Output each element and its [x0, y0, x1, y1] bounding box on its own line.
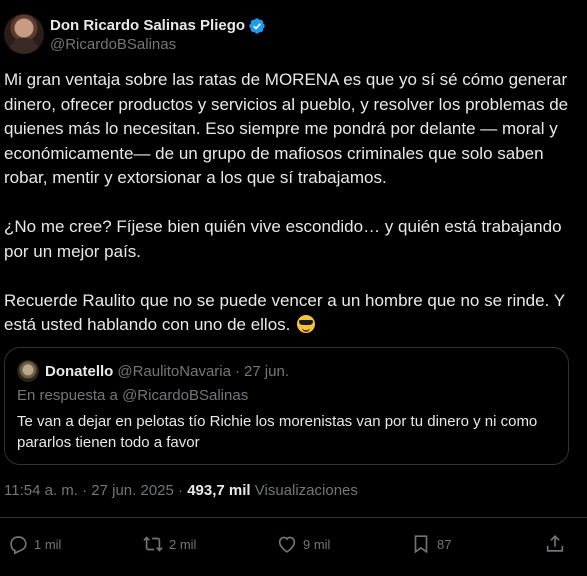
author-name-row: Don Ricardo Salinas Pliego — [50, 16, 266, 36]
quoted-date: 27 jun. — [243, 362, 289, 380]
quoted-author-name: Donatello — [45, 362, 114, 380]
quoted-author-handle: @RaulitoNavaria — [117, 362, 231, 380]
views-count: 493,7 mil — [187, 482, 251, 499]
verified-badge-icon[interactable] — [248, 17, 266, 35]
tweet-paragraph: Recuerde Raulito que no se puede vencer … — [4, 289, 579, 338]
sunglasses-emoji-icon — [297, 315, 316, 333]
divider — [0, 517, 587, 518]
like-count: 9 mil — [303, 536, 331, 552]
quoted-tweet-header: Donatello @RaulitoNavaria · 27 jun. — [17, 360, 556, 382]
tweet-body: Mi gran ventaja sobre las ratas de MOREN… — [4, 68, 579, 338]
quoted-author-avatar — [17, 360, 39, 382]
quoted-text: Te van a dejar en pelotas tío Richie los… — [17, 413, 538, 451]
share-icon — [546, 535, 564, 552]
quoted-reply-context: En respuesta a @RicardoBSalinas — [17, 387, 556, 407]
like-button[interactable]: 9 mil — [276, 527, 330, 561]
author-display-name[interactable]: Don Ricardo Salinas Pliego — [50, 17, 245, 34]
reply-handle: @RicardoBSalinas — [122, 387, 249, 404]
reply-prefix: En respuesta a — [17, 387, 118, 404]
tweet-paragraph-text: Recuerde Raulito que no se puede vencer … — [4, 290, 565, 335]
quoted-tweet[interactable]: Donatello @RaulitoNavaria · 27 jun. En r… — [4, 347, 569, 465]
author-avatar[interactable] — [4, 14, 44, 54]
action-bar: 1 mil 2 mil 9 mil 87 — [0, 527, 587, 561]
tweet-meta: 11:54 a. m. · 27 jun. 2025 · 493,7 mil V… — [4, 482, 358, 499]
reply-button[interactable]: 1 mil — [7, 527, 61, 561]
repost-icon — [143, 536, 163, 552]
post-date[interactable]: 27 jun. 2025 — [91, 482, 174, 499]
tweet-paragraph: Mi gran ventaja sobre las ratas de MOREN… — [4, 70, 569, 187]
views-label: Visualizaciones — [254, 482, 358, 499]
author-names: Don Ricardo Salinas Pliego @RicardoBSali… — [50, 16, 266, 53]
heart-icon — [278, 536, 296, 553]
tweet-header: Don Ricardo Salinas Pliego @RicardoBSali… — [4, 14, 266, 54]
tweet: Don Ricardo Salinas Pliego @RicardoBSali… — [0, 0, 587, 576]
repost-button[interactable]: 2 mil — [142, 527, 196, 561]
bookmark-icon — [414, 535, 428, 554]
meta-separator: · — [178, 482, 184, 499]
share-button[interactable] — [544, 527, 566, 561]
reply-count: 1 mil — [34, 536, 62, 552]
reply-icon — [10, 536, 27, 555]
bookmark-button[interactable]: 87 — [410, 527, 451, 561]
meta-separator: · — [82, 482, 88, 499]
repost-count: 2 mil — [169, 536, 197, 552]
author-handle[interactable]: @RicardoBSalinas — [50, 36, 266, 53]
tweet-paragraph: ¿No me cree? Fíjese bien quién vive esco… — [4, 217, 562, 261]
quoted-separator: · — [234, 362, 240, 380]
post-time[interactable]: 11:54 a. m. — [4, 482, 78, 499]
bookmark-count: 87 — [437, 536, 452, 552]
